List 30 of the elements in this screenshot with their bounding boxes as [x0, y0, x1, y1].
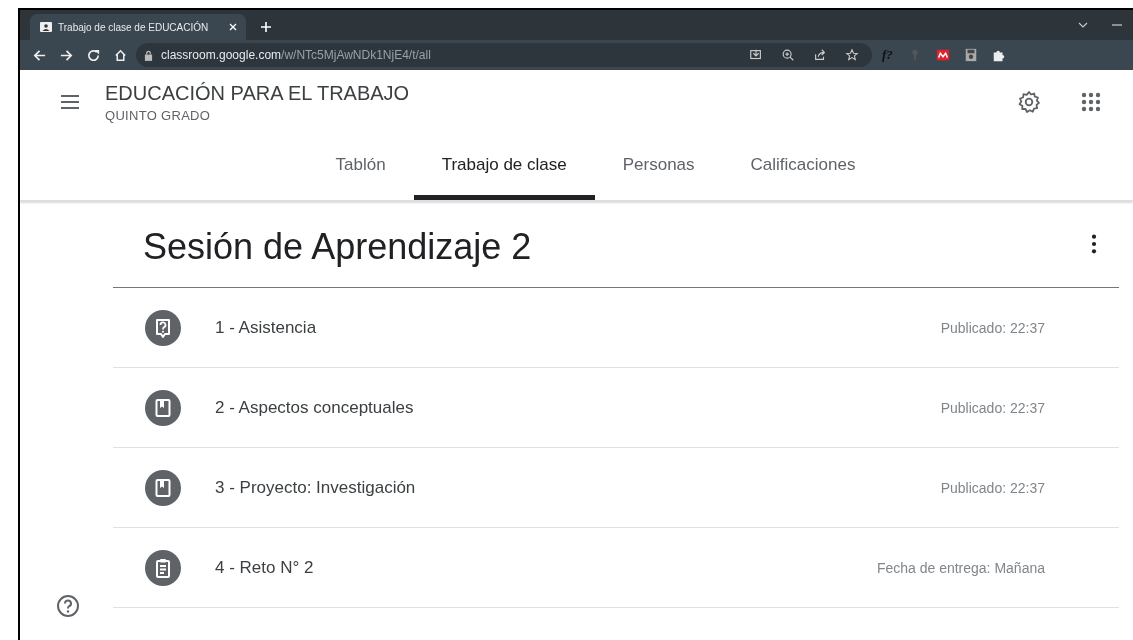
item-status: Fecha de entrega: Mañana [876, 559, 1045, 576]
item-status: Publicado: 22:37 [940, 399, 1045, 416]
item-status: Publicado: 22:37 [940, 319, 1045, 336]
question-icon [145, 309, 181, 346]
item-status: Publicado: 22:37 [940, 479, 1045, 496]
close-icon[interactable] [228, 22, 238, 32]
tab-title: Trabajo de clase de EDUCACIÓN [58, 21, 210, 33]
more-options-icon[interactable] [1091, 233, 1097, 255]
topic-title: Sesión de Aprendizaje 2 [143, 225, 533, 268]
lock-icon [144, 49, 153, 61]
item-title[interactable]: 3 - Proyecto: Investigación [215, 477, 941, 498]
tab[interactable]: Tablón [307, 134, 414, 200]
item-title[interactable]: 2 - Aspectos conceptuales [215, 397, 941, 418]
item-title[interactable]: 4 - Reto N° 2 [215, 557, 877, 578]
class-title[interactable]: EDUCACIÓN PARA EL TRABAJO [105, 81, 410, 105]
browser-tab[interactable]: Trabajo de clase de EDUCACIÓN [30, 14, 246, 40]
bookmark-icon [145, 469, 181, 506]
bookmark-icon [145, 389, 181, 426]
item-title[interactable]: 1 - Asistencia [215, 317, 941, 338]
settings-icon[interactable] [1017, 90, 1041, 114]
tab[interactable]: Calificaciones [722, 134, 884, 200]
tab[interactable]: Trabajo de clase [413, 134, 595, 200]
help-icon[interactable] [56, 594, 80, 618]
tab[interactable]: Personas [594, 134, 723, 200]
clipboard-icon [145, 549, 181, 586]
address-bar[interactable]: classroom.google.com/w/NTc5MjAwNDk1NjE4/t/all [136, 43, 872, 67]
new-tab-icon[interactable] [260, 21, 272, 33]
class-section: QUINTO GRADO [105, 107, 410, 123]
classroom-icon [40, 21, 52, 33]
apps-icon[interactable] [1079, 90, 1103, 114]
